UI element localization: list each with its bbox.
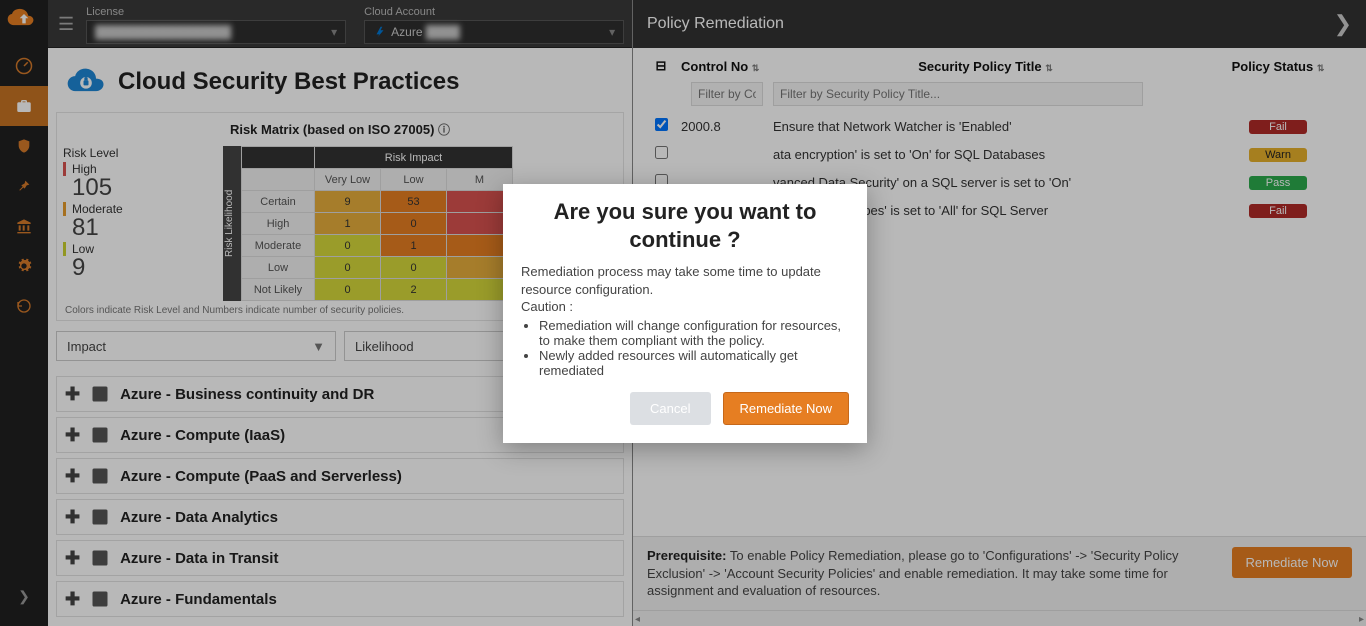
- modal-caution: Caution :: [521, 298, 849, 316]
- modal-bullet-1: Remediation will change configuration fo…: [539, 318, 849, 348]
- remediate-now-confirm-button[interactable]: Remediate Now: [723, 392, 850, 425]
- confirm-remediation-modal: Are you sure you want to continue ? Reme…: [503, 184, 867, 443]
- modal-bullet-2: Newly added resources will automatically…: [539, 348, 849, 378]
- modal-title: Are you sure you want to continue ?: [521, 198, 849, 253]
- cancel-button[interactable]: Cancel: [630, 392, 710, 425]
- modal-line1: Remediation process may take some time t…: [521, 263, 849, 298]
